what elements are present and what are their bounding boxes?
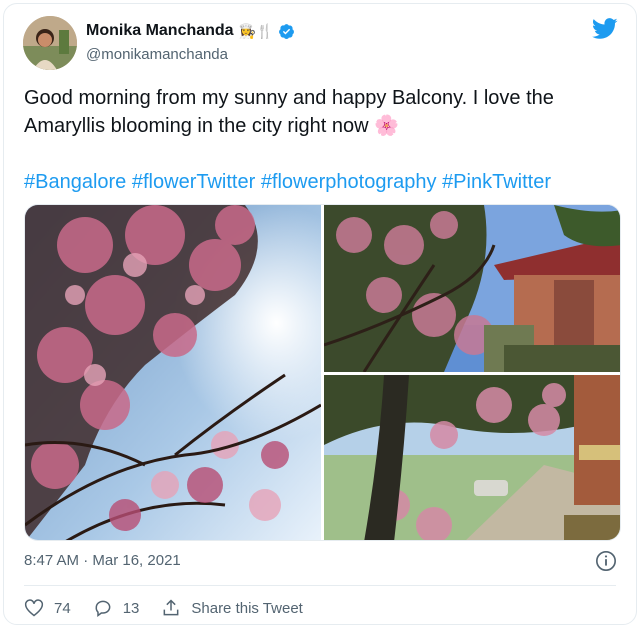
share-button[interactable]: Share this Tweet xyxy=(161,598,303,618)
like-count: 74 xyxy=(54,599,71,617)
hashtag-link[interactable]: #PinkTwitter xyxy=(442,171,551,193)
share-label: Share this Tweet xyxy=(191,599,303,617)
divider xyxy=(24,585,616,586)
avatar[interactable] xyxy=(23,16,77,70)
reply-count: 13 xyxy=(122,599,140,617)
info-icon[interactable] xyxy=(595,550,617,572)
tweet-text: Good morning from my sunny and happy Bal… xyxy=(24,87,554,137)
author-display-name[interactable]: Monika Manchanda xyxy=(86,22,234,40)
like-button[interactable]: 74 xyxy=(24,598,71,618)
hashtag-link[interactable]: #flowerphotography xyxy=(261,171,437,193)
heart-icon xyxy=(24,599,44,617)
photo-blossom-building[interactable] xyxy=(324,205,620,372)
share-icon xyxy=(163,599,179,616)
photo-blossom-street[interactable] xyxy=(324,375,620,540)
hashtag-link[interactable]: #Bangalore xyxy=(24,171,126,193)
photo-blossom-canopy[interactable] xyxy=(25,205,321,540)
tweet-timestamp[interactable]: 8:47 AM · Mar 16, 2021 xyxy=(24,552,181,569)
author-handle[interactable]: @monikamanchanda xyxy=(86,46,228,63)
reply-icon xyxy=(95,600,111,617)
hashtag-link[interactable]: #flowerTwitter xyxy=(132,171,255,193)
verified-badge-icon xyxy=(279,23,295,39)
media-grid xyxy=(24,204,621,541)
tweet-hashtags: #Bangalore #flowerTwitter #flowerphotogr… xyxy=(24,168,624,196)
reply-button[interactable]: 13 xyxy=(93,598,140,618)
tweet-card: Monika Manchanda 👩‍🍳🍴 @monikamanchanda G… xyxy=(3,3,637,625)
tweet-actions: 74 13 Share this Tweet xyxy=(24,598,325,618)
author-name-row[interactable]: Monika Manchanda 👩‍🍳🍴 xyxy=(86,22,295,40)
author-name-emoji: 👩‍🍳🍴 xyxy=(238,22,274,39)
twitter-bird-icon[interactable] xyxy=(592,18,618,40)
